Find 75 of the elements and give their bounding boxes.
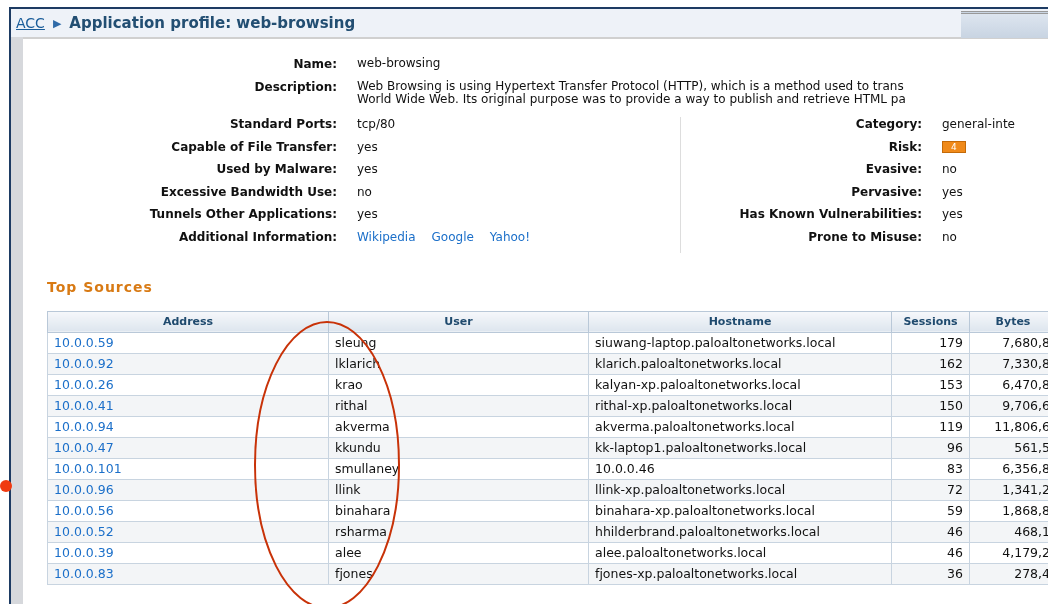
risk-badge: 4	[942, 140, 966, 153]
field-value: yes	[942, 207, 963, 222]
address-link[interactable]: 10.0.0.26	[54, 377, 114, 393]
info-link[interactable]: Wikipedia	[357, 229, 416, 244]
address-link[interactable]: 10.0.0.47	[54, 440, 114, 456]
field-value: yes	[357, 139, 378, 154]
window-title: Application profile: web-browsing	[69, 14, 356, 32]
field-label: Used by Malware:	[215, 162, 337, 177]
table-cell: smullaney	[328, 458, 589, 480]
table-cell: siuwang-laptop.paloaltonetworks.local	[588, 332, 892, 354]
field-value: general-inte	[942, 117, 1015, 131]
field-label: Additional Information:	[177, 229, 337, 244]
address-link[interactable]: 10.0.0.96	[54, 482, 114, 498]
column-header[interactable]: Address	[47, 311, 329, 333]
address-link[interactable]: 10.0.0.39	[54, 545, 114, 561]
table-cell: akverma.paloaltonetworks.local	[588, 416, 892, 438]
info-link[interactable]: Google	[431, 229, 474, 244]
address-link[interactable]: 10.0.0.92	[54, 356, 114, 372]
table-cell: alee	[328, 542, 589, 564]
field-label: Prone to Misuse:	[807, 229, 922, 244]
table-cell: 83	[891, 458, 970, 480]
table-cell: kk-laptop1.paloaltonetworks.local	[588, 437, 892, 459]
breadcrumb-separator: ▶	[52, 16, 62, 30]
description-text: Web Browsing is using Hypertext Transfer Protocol (HTTP), which is a method used to trans World Wide Web. Its original purpose was to provide a way to publish and retrieve HTML pa	[357, 80, 906, 106]
marker-dot	[0, 480, 12, 492]
table-cell: klarich.paloaltonetworks.local	[588, 353, 892, 375]
table-cell: 179	[891, 332, 970, 354]
field-label: Tunnels Other Applications:	[148, 207, 337, 222]
field-label: Has Known Vulnerabilities:	[738, 207, 922, 222]
field-label: Capable of File Transfer:	[170, 139, 337, 154]
field-label: Evasive:	[864, 162, 922, 177]
field-label: Risk:	[887, 139, 922, 154]
table-cell: llink-xp.paloaltonetworks.local	[588, 479, 892, 501]
table-cell: rithal-xp.paloaltonetworks.local	[588, 395, 892, 417]
table-cell: fjones-xp.paloaltonetworks.local	[588, 563, 892, 585]
field-label: Standard Ports:	[228, 117, 337, 131]
field-value: no	[357, 184, 372, 199]
field-value: no	[942, 229, 957, 244]
table-cell: binahara-xp.paloaltonetworks.local	[588, 500, 892, 522]
column-header[interactable]: User	[328, 311, 589, 333]
field-label: Category:	[854, 117, 922, 131]
table-cell: binahara	[328, 500, 589, 522]
table-cell: 153	[891, 374, 970, 396]
table-cell: 119	[891, 416, 970, 438]
acc-link[interactable]: ACC	[16, 15, 45, 31]
field-label: Description:	[253, 80, 337, 94]
column-header[interactable]: Sessions	[891, 311, 970, 333]
address-link[interactable]: 10.0.0.56	[54, 503, 114, 519]
field-value: yes	[357, 162, 378, 177]
field-label: Excessive Bandwidth Use:	[159, 184, 337, 199]
table-cell: hhilderbrand.paloaltonetworks.local	[588, 521, 892, 543]
address-link[interactable]: 10.0.0.83	[54, 566, 114, 582]
address-link[interactable]: 10.0.0.41	[54, 398, 114, 414]
field-value: yes	[942, 184, 963, 199]
address-link[interactable]: 10.0.0.94	[54, 419, 114, 435]
field-value: yes	[357, 207, 378, 222]
field-label: Name:	[292, 57, 337, 71]
field-value: tcp/80	[357, 117, 396, 131]
field-value: web-browsing	[357, 57, 441, 70]
table-cell: alee.paloaltonetworks.local	[588, 542, 892, 564]
table-cell: krao	[328, 374, 589, 396]
address-link[interactable]: 10.0.0.52	[54, 524, 114, 540]
table-cell: 59	[891, 500, 970, 522]
section-title: Top Sources	[47, 278, 154, 295]
table-cell: 46	[891, 542, 970, 564]
column-header[interactable]: Bytes	[969, 311, 1048, 333]
table-cell: akverma	[328, 416, 589, 438]
info-link[interactable]: Yahoo!	[489, 229, 530, 244]
table-cell: kalyan-xp.paloaltonetworks.local	[588, 374, 892, 396]
field-label: Pervasive:	[850, 184, 922, 199]
field-value: no	[942, 162, 957, 177]
column-header[interactable]: Hostname	[588, 311, 892, 333]
table-cell: 10.0.0.46	[588, 458, 892, 480]
address-link[interactable]: 10.0.0.59	[54, 335, 114, 351]
address-link[interactable]: 10.0.0.101	[54, 461, 122, 477]
